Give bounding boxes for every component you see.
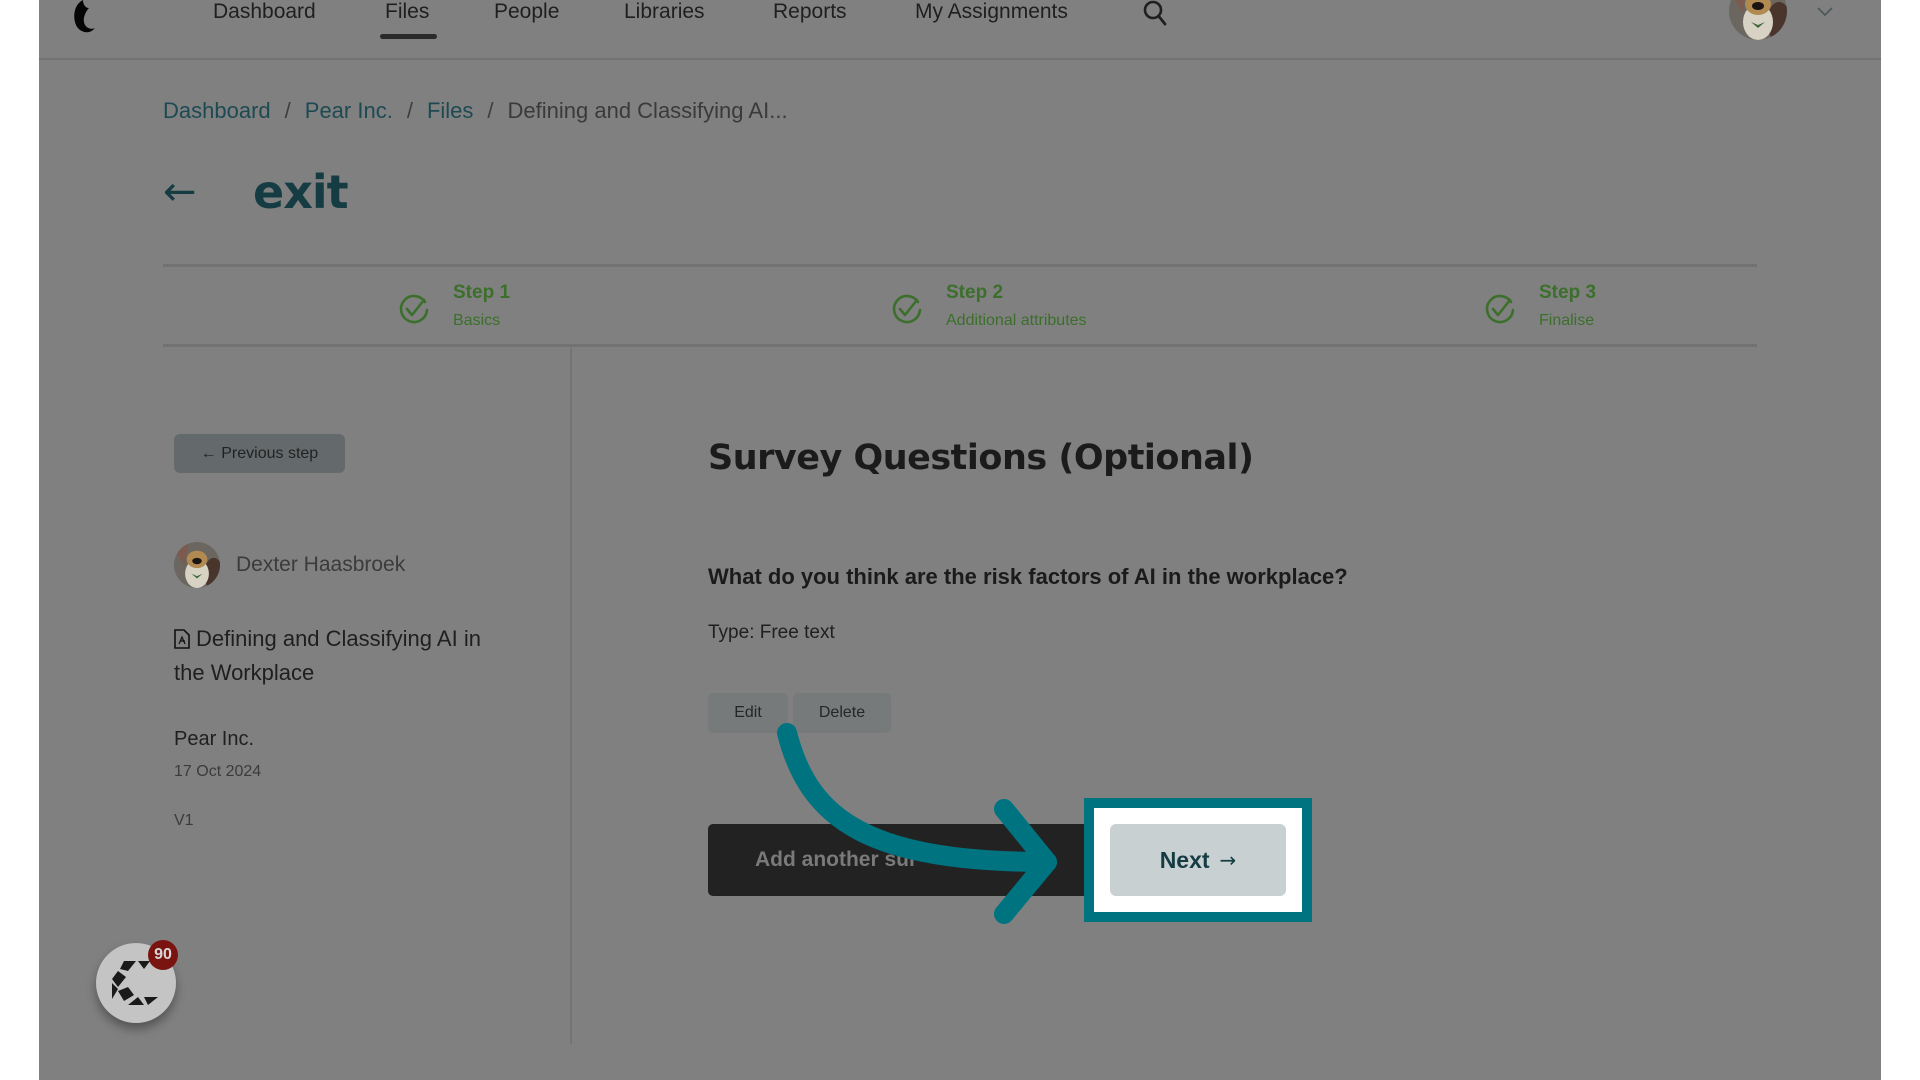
previous-step-button[interactable]: ← Previous step bbox=[174, 434, 345, 473]
user-avatar[interactable] bbox=[1729, 0, 1787, 40]
breadcrumb-files[interactable]: Files bbox=[427, 98, 473, 124]
survey-question: What do you think are the risk factors o… bbox=[708, 564, 1348, 589]
top-nav: Dashboard Files People Libraries Reports… bbox=[39, 0, 1881, 60]
page-dimmed: Dashboard Files People Libraries Reports… bbox=[39, 0, 1881, 1080]
exit-link[interactable]: ← exit bbox=[163, 162, 349, 222]
author: Dexter Haasbroek bbox=[174, 542, 405, 588]
add-survey-question-label: Add another sur bbox=[755, 848, 918, 871]
step-title: Step 2 bbox=[946, 282, 1004, 303]
nav-my-assignments[interactable]: My Assignments bbox=[915, 0, 1068, 24]
nav-active-indicator bbox=[380, 34, 437, 39]
exit-label: exit bbox=[253, 165, 349, 219]
author-name: Dexter Haasbroek bbox=[236, 553, 406, 576]
notification-badge: 90 bbox=[148, 940, 178, 970]
arrow-right-icon: → bbox=[1219, 848, 1237, 872]
step-subtitle: Additional attributes bbox=[946, 312, 1087, 329]
nav-dashboard[interactable]: Dashboard bbox=[213, 0, 316, 24]
pdf-file-icon bbox=[174, 629, 190, 649]
section-title: Survey Questions (Optional) bbox=[708, 438, 1254, 478]
pear-logo-icon[interactable] bbox=[69, 0, 99, 36]
author-avatar bbox=[174, 542, 220, 588]
breadcrumb-dashboard[interactable]: Dashboard bbox=[163, 98, 271, 124]
breadcrumb-separator: / bbox=[487, 98, 494, 123]
nav-reports[interactable]: Reports bbox=[773, 0, 847, 24]
step-subtitle: Finalise bbox=[1539, 312, 1595, 329]
nav-files[interactable]: Files bbox=[385, 0, 429, 24]
step-1[interactable]: Step 1 Basics bbox=[397, 281, 510, 333]
stepper: Step 1 Basics Step 2 Additional attribut… bbox=[163, 264, 1757, 347]
document-title: Defining and Classifying AI in the Workp… bbox=[174, 622, 494, 690]
step-2[interactable]: Step 2 Additional attributes bbox=[890, 281, 1087, 333]
breadcrumb-current: Defining and Classifying AI... bbox=[507, 98, 788, 123]
organization: Pear Inc. bbox=[174, 728, 255, 750]
nav-libraries[interactable]: Libraries bbox=[624, 0, 705, 24]
check-circle-icon bbox=[1485, 294, 1515, 324]
breadcrumb-separator: / bbox=[406, 98, 413, 123]
document-date: 17 Oct 2024 bbox=[174, 763, 262, 780]
dog-avatar-icon bbox=[1729, 0, 1787, 40]
check-circle-icon bbox=[892, 294, 922, 324]
breadcrumb-separator: / bbox=[284, 98, 291, 123]
back-arrow-icon: ← bbox=[163, 169, 197, 215]
document-title-text: Defining and Classifying AI in the Workp… bbox=[174, 626, 481, 685]
question-type: Type: Free text bbox=[708, 622, 835, 643]
breadcrumb: Dashboard / Pear Inc. / Files / Defining and C… bbox=[163, 98, 788, 124]
chevron-down-icon[interactable] bbox=[1816, 6, 1834, 18]
step-title: Step 3 bbox=[1539, 282, 1597, 303]
next-button[interactable]: Next → bbox=[1110, 824, 1286, 896]
breadcrumb-pear-inc[interactable]: Pear Inc. bbox=[305, 98, 393, 124]
dog-avatar-icon bbox=[174, 542, 220, 588]
step-title: Step 1 bbox=[453, 282, 511, 303]
delete-button[interactable]: Delete bbox=[793, 693, 891, 733]
nav-people[interactable]: People bbox=[494, 0, 559, 24]
add-survey-question-button[interactable]: Add another sur bbox=[708, 824, 1100, 896]
next-label: Next bbox=[1159, 846, 1210, 873]
step-3[interactable]: Step 3 Finalise bbox=[1483, 281, 1596, 333]
step-subtitle: Basics bbox=[453, 312, 501, 329]
check-circle-icon bbox=[399, 294, 429, 324]
column-divider bbox=[570, 348, 572, 1044]
search-icon[interactable] bbox=[1142, 0, 1168, 28]
document-version: V1 bbox=[174, 812, 194, 829]
edit-button[interactable]: Edit bbox=[708, 693, 788, 733]
